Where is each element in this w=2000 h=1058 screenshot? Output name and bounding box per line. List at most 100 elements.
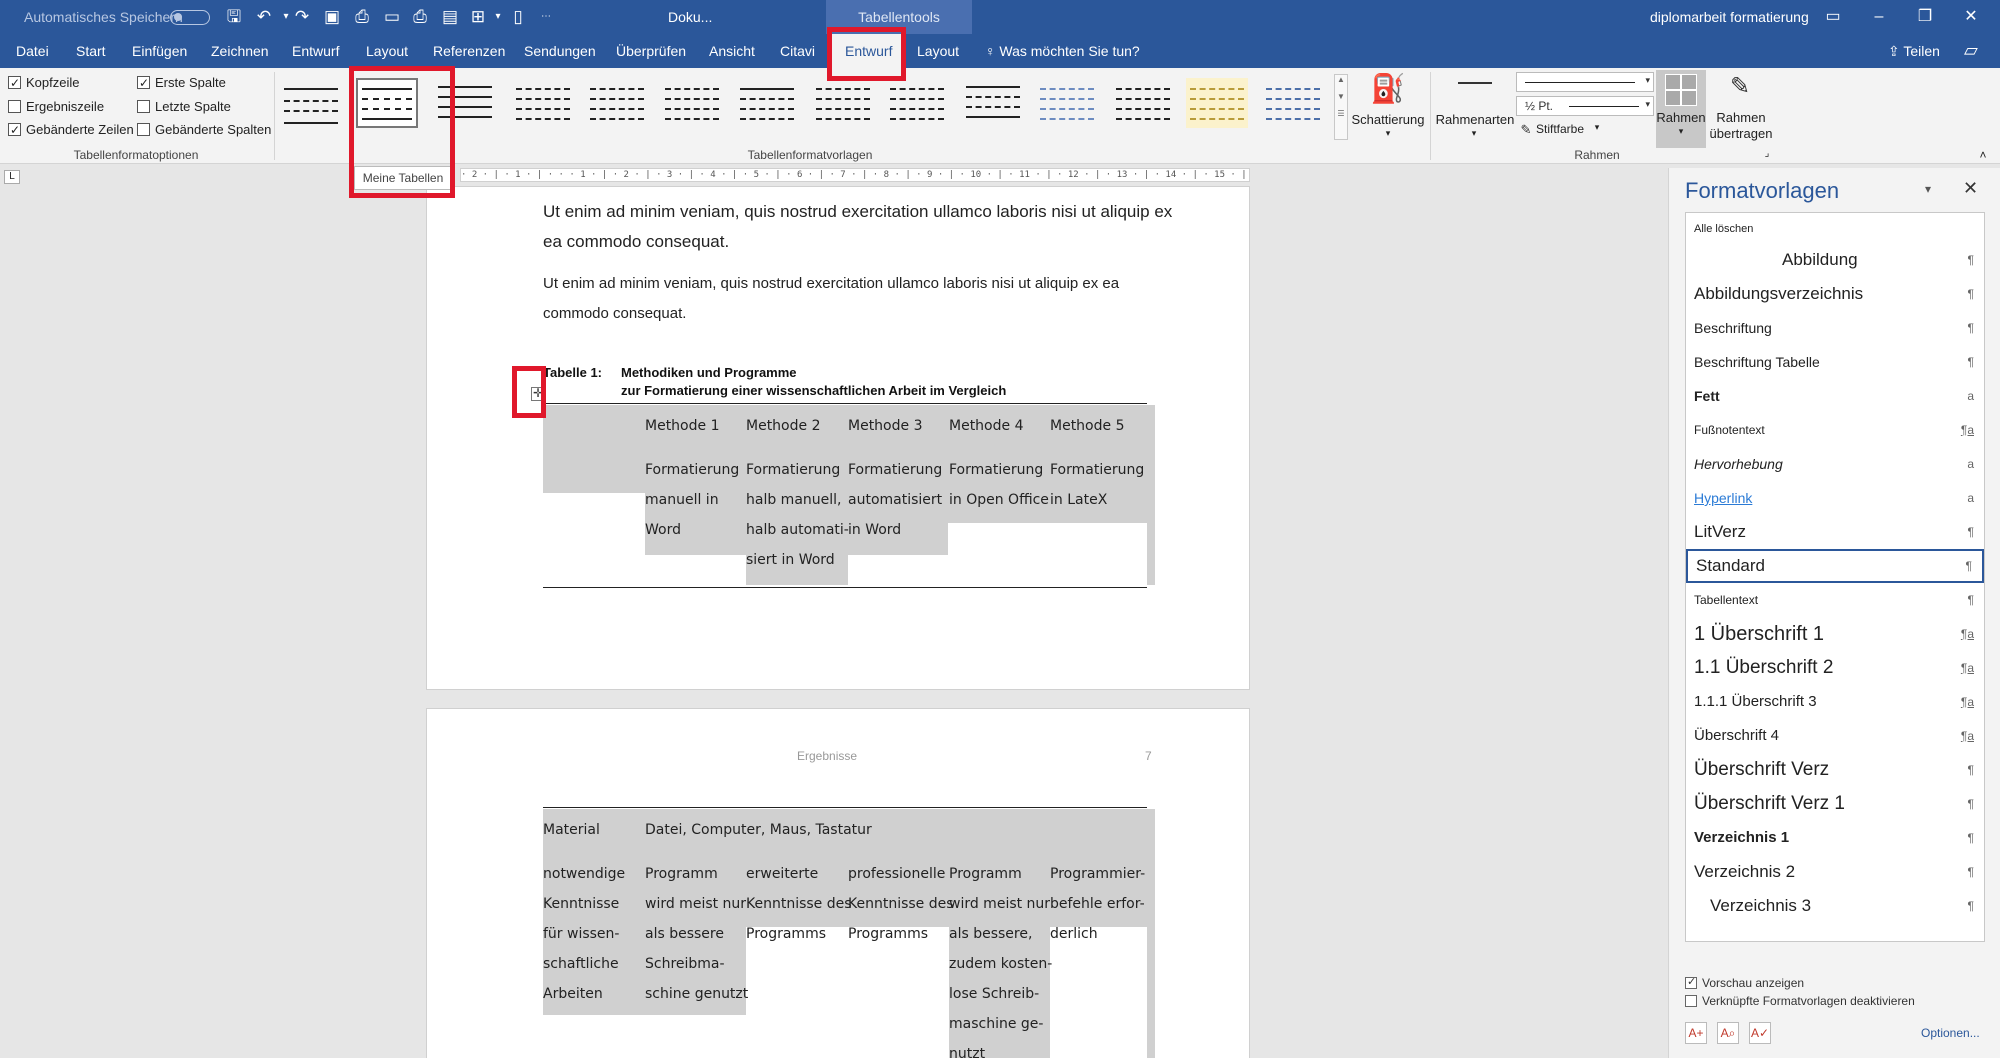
shading-dropdown-icon[interactable]: ▾	[1380, 128, 1396, 139]
style-item[interactable]: Verzeichnis 3 ¶	[1686, 889, 1984, 923]
table-cell[interactable]: in Open Office	[949, 485, 1049, 515]
table-cell[interactable]: in LateX	[1050, 485, 1107, 515]
checkbox-kopfzeile-box[interactable]	[8, 74, 21, 92]
table-style-11[interactable]	[1036, 78, 1098, 128]
table-cell[interactable]: lose Schreib-	[949, 979, 1039, 1009]
table-cell[interactable]: wird meist nur	[949, 889, 1050, 919]
table-cell[interactable]: Programm	[645, 859, 718, 889]
gallery-more-icon[interactable]: ☰	[1335, 109, 1347, 118]
tell-me-search[interactable]: ♀ Was möchten Sie tun?	[985, 34, 1140, 68]
horizontal-ruler[interactable]: · 2 · | · 1 · | · · · 1 · | · 2 · | · 3 …	[460, 168, 1250, 182]
table-dropdown-icon[interactable]: ▾	[488, 7, 508, 27]
restore-icon[interactable]: ❐	[1902, 0, 1948, 34]
table-cell[interactable]: zudem kosten-	[949, 949, 1052, 979]
style-item-selected[interactable]: Standard ¶	[1686, 549, 1984, 583]
minimize-icon[interactable]: –	[1856, 0, 1902, 34]
tab-layout[interactable]: Layout	[366, 34, 408, 68]
style-item[interactable]: 1 Überschrift 1 ¶a	[1686, 617, 1984, 651]
checkbox-gebaenderte-spalten-box[interactable]	[137, 123, 150, 136]
print-icon[interactable]: ⎙	[410, 7, 430, 27]
table-style-9[interactable]	[886, 78, 948, 128]
table-header-cell[interactable]: Methode 4	[949, 411, 1023, 441]
preview-checkbox-box[interactable]	[1685, 975, 1697, 989]
table-cell[interactable]: als bessere	[645, 919, 724, 949]
table-cell[interactable]: manuell in	[645, 485, 719, 515]
style-item[interactable]: Abbildungsverzeichnis ¶	[1686, 277, 1984, 311]
checkbox-gebaenderte-zeilen[interactable]: Gebänderte Zeilen	[8, 121, 134, 139]
pane-options-link[interactable]: Optionen...	[1921, 1026, 1980, 1040]
redo-icon[interactable]: ↷	[292, 7, 312, 27]
checkbox-erste-spalte-box[interactable]	[137, 74, 150, 92]
table-style-5[interactable]	[586, 78, 648, 128]
table-header-cell[interactable]: Methode 2	[746, 411, 820, 441]
chevron-up-icon[interactable]: ▲	[1335, 75, 1347, 84]
table-cell[interactable]: schine genutzt	[645, 979, 748, 1009]
manage-styles-icon[interactable]: A✓	[1749, 1022, 1771, 1044]
table-caption-line-1[interactable]: Methodiken und Programme	[621, 365, 797, 380]
table-cell[interactable]: nutzt	[949, 1039, 985, 1058]
linked-styles-checkbox[interactable]: Verknüpfte Formatvorlagen deaktivieren	[1685, 994, 1915, 1008]
tab-citavi[interactable]: Citavi	[780, 34, 815, 68]
style-item[interactable]: Beschriftung ¶	[1686, 311, 1984, 345]
style-item[interactable]: Überschrift 4 ¶a	[1686, 719, 1984, 753]
style-item[interactable]: 1.1 Überschrift 2 ¶a	[1686, 651, 1984, 685]
table-style-14[interactable]	[1262, 78, 1324, 128]
table-cell[interactable]: Formatierung	[949, 455, 1043, 485]
checkbox-gebaenderte-spalten[interactable]: Gebänderte Spalten	[137, 121, 271, 139]
checkbox-letzte-spalte-box[interactable]	[137, 100, 150, 113]
checkbox-ergebniszeile-box[interactable]	[8, 100, 21, 113]
tab-referenzen[interactable]: Referenzen	[433, 34, 505, 68]
checkbox-ergebniszeile[interactable]: Ergebniszeile	[8, 98, 104, 116]
chevron-down-icon[interactable]: ▼	[1335, 92, 1347, 101]
new-style-icon[interactable]: A+	[1685, 1022, 1707, 1044]
gallery-scroll[interactable]: ▲ ▼ ☰	[1334, 74, 1348, 140]
border-painter-label-1[interactable]: Rahmen	[1708, 110, 1774, 125]
new-document-icon[interactable]: ▯	[508, 7, 528, 27]
table-style-8[interactable]	[812, 78, 874, 128]
table-cell[interactable]: für wissen-	[543, 919, 619, 949]
style-item[interactable]: Beschriftung Tabelle ¶	[1686, 345, 1984, 379]
border-styles-dropdown-icon[interactable]: ▾	[1466, 128, 1482, 139]
line-weight-select[interactable]: ½ Pt. ▾	[1516, 96, 1654, 116]
close-icon[interactable]: ✕	[1948, 0, 1994, 34]
table-style-plain[interactable]	[280, 78, 342, 128]
style-item[interactable]: Überschrift Verz 1 ¶	[1686, 787, 1984, 821]
table-cell[interactable]: Formatierung	[848, 455, 942, 485]
style-item[interactable]: Verzeichnis 1 ¶	[1686, 821, 1984, 855]
tab-table-layout[interactable]: Layout	[917, 34, 959, 68]
table-style-13[interactable]	[1186, 78, 1248, 128]
tab-zeichnen[interactable]: Zeichnen	[211, 34, 269, 68]
table-style-4[interactable]	[512, 78, 574, 128]
borders-button[interactable]: Rahmen ▾	[1656, 70, 1706, 148]
style-item[interactable]: Abbildung ¶	[1686, 243, 1984, 277]
table-style-6[interactable]	[661, 78, 723, 128]
table-caption-label[interactable]: Tabelle 1:	[543, 365, 602, 380]
share-button[interactable]: ⇪ Teilen	[1888, 34, 1940, 68]
style-item[interactable]: LitVerz ¶	[1686, 515, 1984, 549]
print-preview-icon[interactable]: ⎙	[352, 7, 372, 27]
table-style-10[interactable]	[962, 78, 1024, 128]
style-item[interactable]: Verzeichnis 2 ¶	[1686, 855, 1984, 889]
table-header-cell[interactable]: Methode 3	[848, 411, 922, 441]
tab-sendungen[interactable]: Sendungen	[524, 34, 596, 68]
table-cell-label[interactable]: Material	[543, 815, 600, 845]
table-cell[interactable]: siert in Word	[746, 545, 835, 575]
tab-entwurf[interactable]: Entwurf	[292, 34, 339, 68]
customize-qat-icon[interactable]: ⋯	[536, 7, 556, 27]
comment-icon[interactable]: ▱	[1964, 40, 1986, 62]
table-cell[interactable]: wird meist nur	[645, 889, 746, 919]
table-caption-line-2[interactable]: zur Formatierung einer wissenschaftliche…	[621, 383, 1006, 398]
requirements-table[interactable]: Material Datei, Computer, Maus, Tastatur…	[543, 807, 1155, 1058]
line-style-select[interactable]: ▾	[1516, 72, 1654, 92]
save-as-icon[interactable]: ▣	[322, 7, 342, 27]
table-cell[interactable]: Programms	[746, 919, 826, 949]
table-cell[interactable]: Formatierung	[645, 455, 739, 485]
table-cell[interactable]: Programmier-	[1050, 859, 1145, 889]
autosave-toggle[interactable]	[170, 10, 210, 25]
table-cell[interactable]: erweiterte	[746, 859, 818, 889]
table-cell[interactable]: Programm	[949, 859, 1022, 889]
table-cell[interactable]: befehle erfor-	[1050, 889, 1145, 919]
style-item[interactable]: Tabellentext ¶	[1686, 583, 1984, 617]
paint-bucket-icon[interactable]: ⛽	[1370, 72, 1406, 108]
table-style-12[interactable]	[1112, 78, 1174, 128]
